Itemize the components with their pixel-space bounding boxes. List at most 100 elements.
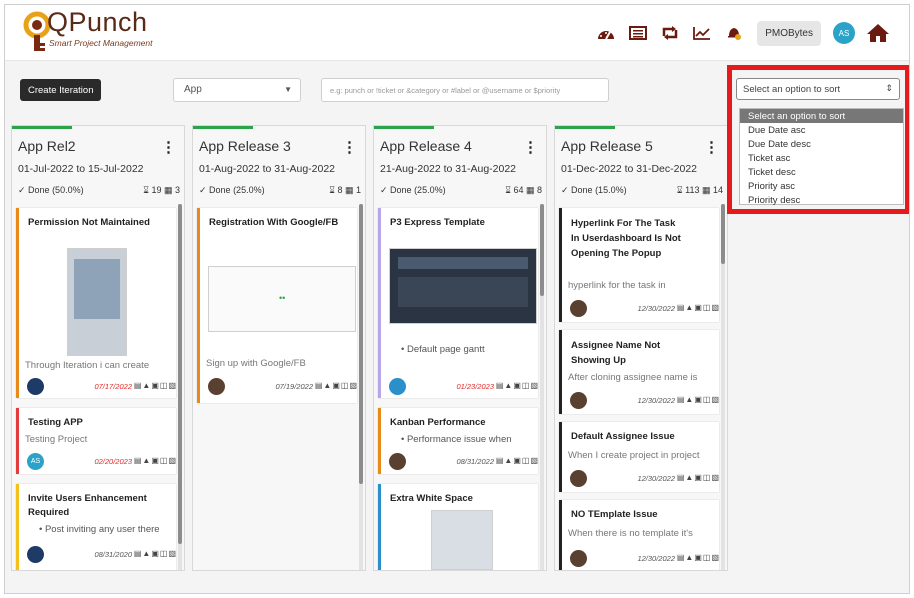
card-image: •• xyxy=(208,266,356,332)
column-dates: 01-Dec-2022 to 31-Dec-2022 xyxy=(561,163,697,175)
ticket-card[interactable]: Kanban Performance • Performance issue w… xyxy=(378,408,538,474)
repeat-icon[interactable] xyxy=(655,19,685,47)
scrollbar-thumb[interactable] xyxy=(721,204,725,264)
kebab-menu-icon[interactable]: ⋮ xyxy=(704,138,719,156)
iteration-column: App Rel2 ⋮ 01-Jul-2022 to 15-Jul-2022 ✓︎… xyxy=(11,125,185,571)
card-footer: AS 02/20/2023 ▤▲▣◫▧ xyxy=(27,453,176,471)
scrollbar-thumb[interactable] xyxy=(540,204,544,296)
ticket-count: 1 xyxy=(355,185,361,195)
column-dates: 21-Aug-2022 to 31-Aug-2022 xyxy=(380,163,517,175)
card-title: Invite Users Enhancement Required xyxy=(28,493,147,518)
card-bullet: • Post inviting any user there xyxy=(39,524,160,535)
card-description: After cloning assignee name is xyxy=(568,372,698,383)
ticket-count: 3 xyxy=(174,185,180,195)
status-text: Done (25.0%) xyxy=(209,185,265,195)
card-description: Through Iteration i can create xyxy=(25,360,150,371)
column-title: App Release 4 xyxy=(380,138,472,154)
card-footer: 07/19/2022 ▤▲▣◫▧ xyxy=(208,378,357,396)
column-dates: 01-Jul-2022 to 15-Jul-2022 xyxy=(18,163,144,175)
search-input[interactable]: e.g: punch or !ticket or &category or #l… xyxy=(321,78,609,102)
column-status: ✓︎ Done (15.0%) xyxy=(561,185,627,195)
avatar xyxy=(570,470,587,487)
card-title: Permission Not Maintained xyxy=(28,217,150,228)
ticket-card[interactable]: P3 Express Template • Default page gantt… xyxy=(378,208,538,398)
column-counts: ⌛︎ 19 ▦ 3 xyxy=(143,185,180,195)
card-image xyxy=(67,248,127,356)
progress-bar xyxy=(555,126,615,129)
home-icon[interactable] xyxy=(863,19,893,47)
bell-icon[interactable] xyxy=(719,19,749,47)
app-subtitle: Smart Project Management xyxy=(49,38,153,48)
card-description: When I create project in project xyxy=(568,450,700,461)
ticket-card[interactable]: Default Assignee Issue When I create pro… xyxy=(559,422,719,492)
card-actions-icons[interactable]: ▤▲▣◫▧ xyxy=(677,303,719,312)
card-actions-icons[interactable]: ▤▲▣◫▧ xyxy=(677,553,719,562)
bullet-text: Post inviting any user there xyxy=(44,524,160,535)
card-description: Testing Project xyxy=(25,434,88,445)
kebab-menu-icon[interactable]: ⋮ xyxy=(523,138,538,156)
scrollbar-thumb[interactable] xyxy=(359,204,363,484)
ticket-card[interactable]: Invite Users Enhancement Required • Post… xyxy=(16,484,176,570)
chart-line-icon[interactable] xyxy=(687,19,717,47)
create-iteration-button[interactable]: Create Iteration xyxy=(20,79,102,101)
kebab-menu-icon[interactable]: ⋮ xyxy=(342,138,357,156)
app-title: QPunch xyxy=(47,7,148,37)
avatar xyxy=(389,453,406,470)
user-avatar[interactable]: AS xyxy=(833,22,855,44)
status-text: Done (15.0%) xyxy=(571,185,627,195)
hours-count: 64 xyxy=(513,185,524,195)
card-footer: 12/30/2022 ▤▲▣◫▧ xyxy=(570,550,719,568)
ticket-card[interactable]: NO TEmplate Issue When there is no templ… xyxy=(559,500,719,570)
avatar xyxy=(570,300,587,317)
card-actions-icons[interactable]: ▤▲▣◫▧ xyxy=(677,395,719,404)
card-actions-icons[interactable]: ▤▲▣◫▧ xyxy=(677,473,719,482)
card-actions-icons[interactable]: ▤▲▣◫▧ xyxy=(496,381,538,390)
due-date: 12/30/2022 xyxy=(637,396,675,405)
progress-bar xyxy=(193,126,253,129)
scrollbar-thumb[interactable] xyxy=(178,204,182,544)
ticket-card[interactable]: Hyperlink For The Task In Userdashboard … xyxy=(559,208,719,322)
avatar: AS xyxy=(27,453,44,470)
list-icon[interactable] xyxy=(623,19,653,47)
avatar xyxy=(27,378,44,395)
card-description: When there is no template it's xyxy=(568,528,693,539)
iteration-column: App Release 3 ⋮ 01-Aug-2022 to 31-Aug-20… xyxy=(192,125,366,571)
card-bullet: • Default page gantt xyxy=(401,344,485,355)
ticket-card[interactable]: Permission Not Maintained Through Iterat… xyxy=(16,208,176,398)
ticket-card[interactable]: Extra White Space xyxy=(378,484,538,570)
ticket-count: 14 xyxy=(712,185,723,195)
card-title: Default Assignee Issue xyxy=(571,431,675,442)
card-actions-icons[interactable]: ▤▲▣◫▧ xyxy=(496,456,538,465)
dashboard-icon[interactable] xyxy=(591,19,621,47)
iteration-column: App Release 4 ⋮ 21-Aug-2022 to 31-Aug-20… xyxy=(373,125,547,571)
ticket-card[interactable]: Testing APP Testing Project AS 02/20/202… xyxy=(16,408,176,474)
ticket-card[interactable]: Registration With Google/FB •• Sign up w… xyxy=(197,208,357,403)
avatar xyxy=(570,550,587,567)
card-footer: 12/30/2022 ▤▲▣◫▧ xyxy=(570,300,719,318)
card-actions-icons[interactable]: ▤▲▣◫▧ xyxy=(134,549,176,558)
card-actions-icons[interactable]: ▤▲▣◫▧ xyxy=(134,456,176,465)
progress-bar xyxy=(12,126,72,129)
card-title: Kanban Performance xyxy=(390,417,486,428)
column-status: ✓︎ Done (25.0%) xyxy=(199,185,265,195)
ticket-card[interactable]: Assignee Name Not Showing Up After cloni… xyxy=(559,330,719,414)
card-title: Hyperlink For The Task In Userdashboard … xyxy=(571,218,681,259)
ticket-count: 8 xyxy=(536,185,542,195)
sort-highlight-box xyxy=(727,65,909,214)
user-menu-button[interactable]: PMOBytes xyxy=(757,20,821,46)
due-date: 07/19/2022 xyxy=(275,382,313,391)
column-title: App Release 3 xyxy=(199,138,291,154)
card-actions-icons[interactable]: ▤▲▣◫▧ xyxy=(134,381,176,390)
card-title: Extra White Space xyxy=(390,493,473,504)
due-date: 08/31/2022 xyxy=(456,457,494,466)
hours-count: 19 xyxy=(151,185,162,195)
card-title: NO TEmplate Issue xyxy=(571,509,658,520)
column-counts: ⌛︎ 64 ▦ 8 xyxy=(505,185,542,195)
kebab-menu-icon[interactable]: ⋮ xyxy=(161,138,176,156)
chevron-down-icon: ▼ xyxy=(284,85,292,94)
card-description: Sign up with Google/FB xyxy=(206,358,306,369)
avatar xyxy=(208,378,225,395)
card-title: Testing APP xyxy=(28,417,83,428)
app-select[interactable]: App ▼ xyxy=(173,78,301,102)
card-actions-icons[interactable]: ▤▲▣◫▧ xyxy=(315,381,357,390)
